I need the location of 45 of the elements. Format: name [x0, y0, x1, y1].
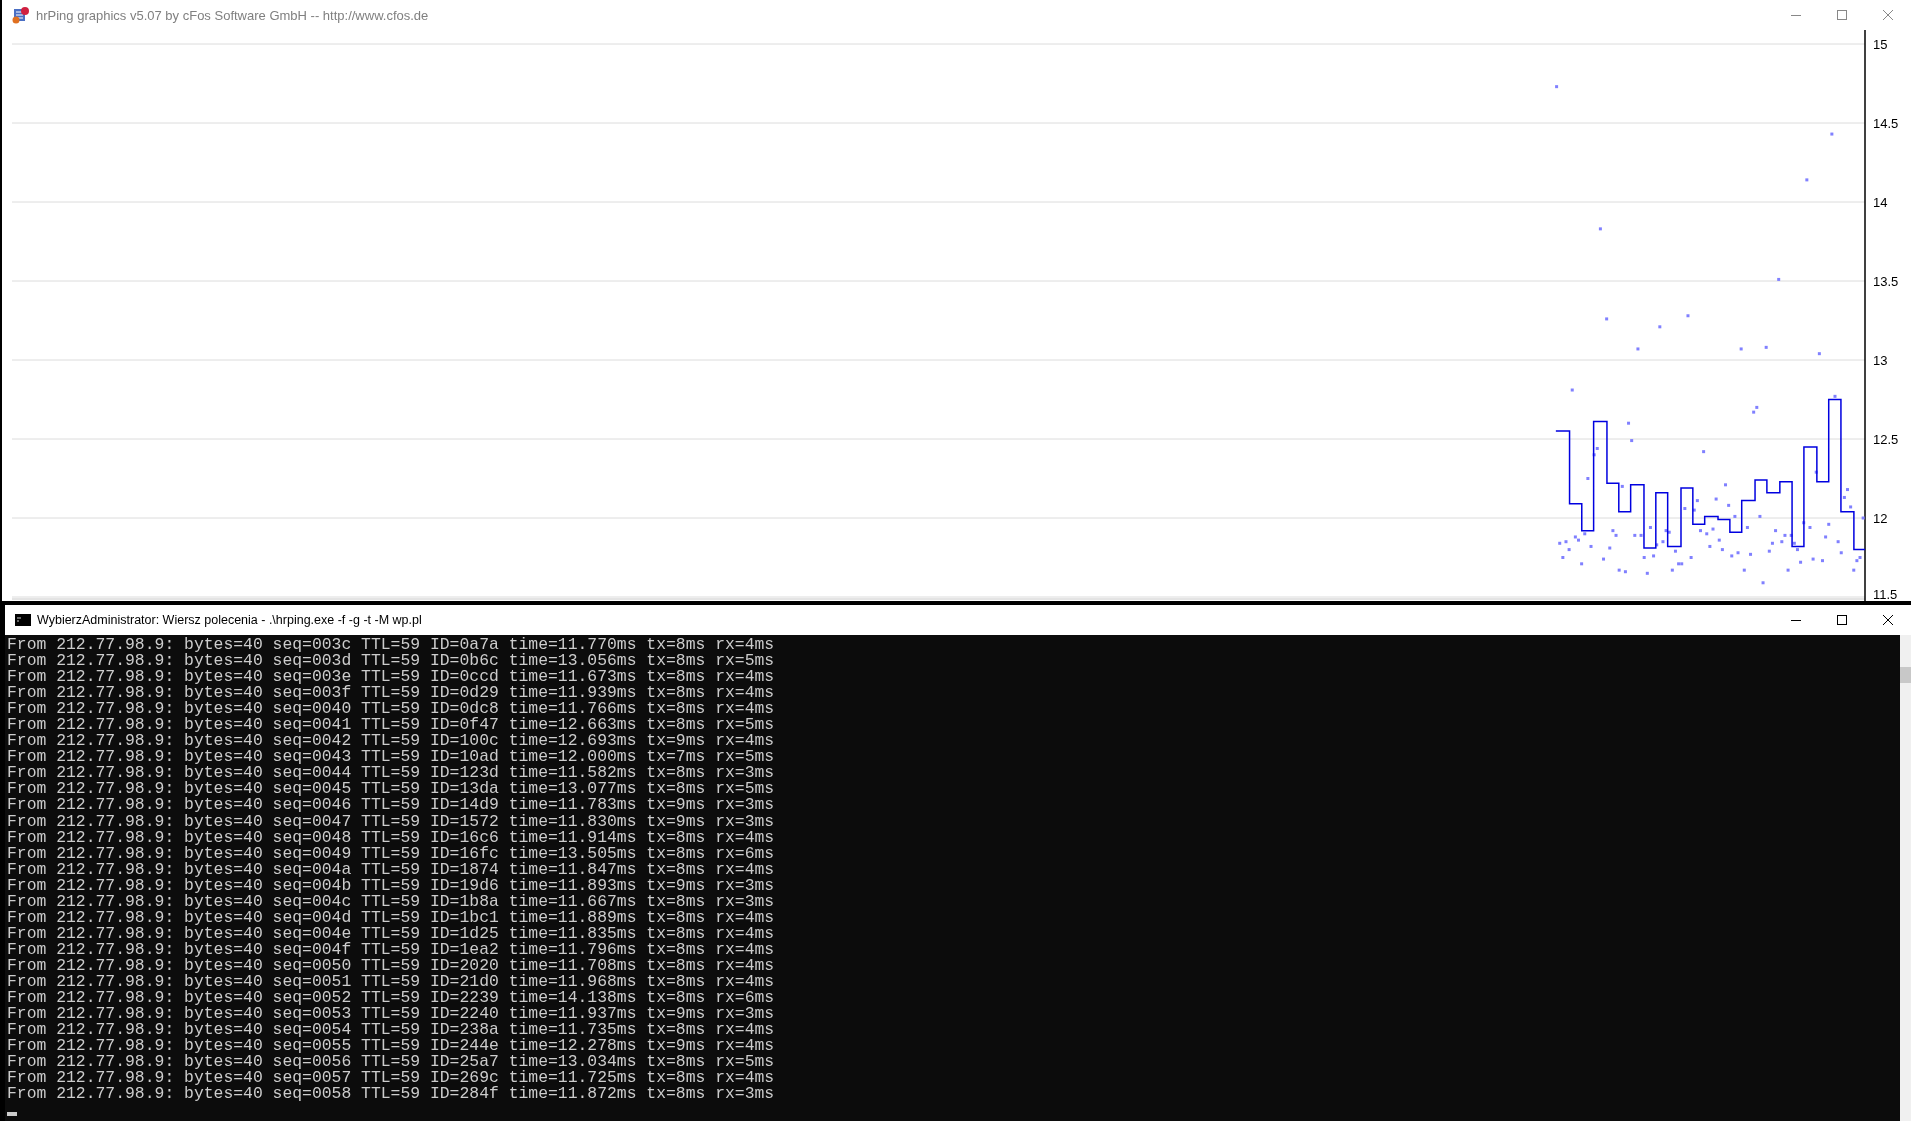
output-line: From 212.77.98.9: bytes=40 seq=0056 TTL=59 ID=25a7 time=13.034ms tx=8ms rx=5ms — [7, 1054, 775, 1071]
output-line: From 212.77.98.9: bytes=40 seq=003f TTL=59 ID=0d29 time=11.939ms tx=8ms rx=4ms — [7, 685, 775, 702]
output-line: From 212.77.98.9: bytes=40 seq=0058 TTL=59 ID=284f time=11.872ms tx=8ms rx=3ms — [7, 1086, 775, 1103]
output-line: From 212.77.98.9: bytes=40 seq=0053 TTL=59 ID=2240 time=11.937ms tx=9ms rx=3ms — [7, 1006, 775, 1023]
output-line: From 212.77.98.9: bytes=40 seq=0052 TTL=59 ID=2239 time=14.138ms tx=8ms rx=6ms — [7, 990, 775, 1007]
output-line: From 212.77.98.9: bytes=40 seq=003e TTL=59 ID=0ccd time=11.673ms tx=8ms rx=4ms — [7, 669, 775, 686]
output-line: From 212.77.98.9: bytes=40 seq=0043 TTL=59 ID=10ad time=12.000ms tx=7ms rx=5ms — [7, 749, 775, 766]
output-line: From 212.77.98.9: bytes=40 seq=0046 TTL=59 ID=14d9 time=11.783ms tx=9ms rx=3ms — [7, 797, 775, 814]
output-line: From 212.77.98.9: bytes=40 seq=0049 TTL=59 ID=16fc time=13.505ms tx=8ms rx=6ms — [7, 845, 775, 862]
output-line: From 212.77.98.9: bytes=40 seq=0054 TTL=59 ID=238a time=11.735ms tx=8ms rx=4ms — [7, 1022, 775, 1039]
axis-tick-label: 11.5 — [1873, 587, 1898, 601]
output-line: From 212.77.98.9: bytes=40 seq=004b TTL=59 ID=19d6 time=11.893ms tx=9ms rx=3ms — [7, 877, 775, 894]
output-line: From 212.77.98.9: bytes=40 seq=0045 TTL=59 ID=13da time=13.077ms tx=8ms rx=5ms — [7, 781, 775, 798]
output-line: From 212.77.98.9: bytes=40 seq=004f TTL=59 ID=1ea2 time=11.796ms tx=8ms rx=4ms — [7, 941, 775, 958]
output-line: From 212.77.98.9: bytes=40 seq=004a TTL=59 ID=1874 time=11.847ms tx=8ms rx=4ms — [7, 861, 775, 878]
output-line: From 212.77.98.9: bytes=40 seq=004c TTL=59 ID=1b8a time=11.667ms tx=8ms rx=3ms — [7, 893, 775, 910]
axis-tick-label: 13 — [1873, 353, 1888, 368]
output-line: From 212.77.98.9: bytes=40 seq=003d TTL=59 ID=0b6c time=13.056ms tx=8ms rx=5ms — [7, 653, 775, 670]
maximize-icon[interactable] — [1837, 615, 1847, 625]
axis-tick-label: 14.5 — [1873, 116, 1899, 131]
output-line: From 212.77.98.9: bytes=40 seq=0048 TTL=59 ID=16c6 time=11.914ms tx=8ms rx=4ms — [7, 829, 775, 846]
output-line: From 212.77.98.9: bytes=40 seq=0051 TTL=59 ID=21d0 time=11.968ms tx=8ms rx=4ms — [7, 974, 775, 991]
axis-tick-label: 12 — [1873, 511, 1888, 526]
text-cursor — [7, 1112, 17, 1117]
close-icon[interactable] — [1883, 615, 1893, 625]
output-line: From 212.77.98.9: bytes=40 seq=0040 TTL=59 ID=0dc8 time=11.766ms tx=8ms rx=4ms — [7, 701, 775, 718]
axis-tick-label: 12.5 — [1873, 432, 1899, 447]
output-line: From 212.77.98.9: bytes=40 seq=0057 TTL=59 ID=269c time=11.725ms tx=8ms rx=4ms — [7, 1070, 775, 1087]
output-line: From 212.77.98.9: bytes=40 seq=0044 TTL=59 ID=123d time=11.582ms tx=8ms rx=3ms — [7, 765, 775, 782]
output-line: From 212.77.98.9: bytes=40 seq=004e TTL=59 ID=1d25 time=11.835ms tx=8ms rx=4ms — [7, 925, 775, 942]
output-line: From 212.77.98.9: bytes=40 seq=004d TTL=59 ID=1bc1 time=11.889ms tx=8ms rx=4ms — [7, 909, 775, 926]
output-line: From 212.77.98.9: bytes=40 seq=003c TTL=59 ID=0a7a time=11.770ms tx=8ms rx=4ms — [7, 637, 775, 654]
output-line: From 212.77.98.9: bytes=40 seq=0050 TTL=59 ID=2020 time=11.708ms tx=8ms rx=4ms — [7, 957, 775, 974]
output-line: From 212.77.98.9: bytes=40 seq=0041 TTL=59 ID=0f47 time=12.663ms tx=8ms rx=5ms — [7, 717, 775, 734]
app-icon — [12, 6, 30, 24]
axis-tick-label: 15 — [1873, 37, 1888, 52]
output-line: From 212.77.98.9: bytes=40 seq=0042 TTL=59 ID=100c time=12.693ms tx=9ms rx=4ms — [7, 733, 775, 750]
output-line: From 212.77.98.9: bytes=40 seq=0055 TTL=59 ID=244e time=12.278ms tx=9ms rx=4ms — [7, 1038, 775, 1055]
console-icon — [15, 614, 31, 626]
window-title: WybierzAdministrator: Wiersz polecenia - .\hrping.exe -f -g -t -M wp.pl — [37, 613, 423, 627]
output-line: From 212.77.98.9: bytes=40 seq=0047 TTL=59 ID=1572 time=11.830ms tx=9ms rx=3ms — [7, 813, 775, 830]
window-title: hrPing graphics v5.07 by cFos Software GmbH -- http://www.cfos.de — [36, 7, 430, 23]
axis-tick-label: 13.5 — [1873, 274, 1899, 289]
axis-tick-label: 14 — [1873, 195, 1888, 210]
scrollbar[interactable] — [1900, 635, 1911, 1121]
